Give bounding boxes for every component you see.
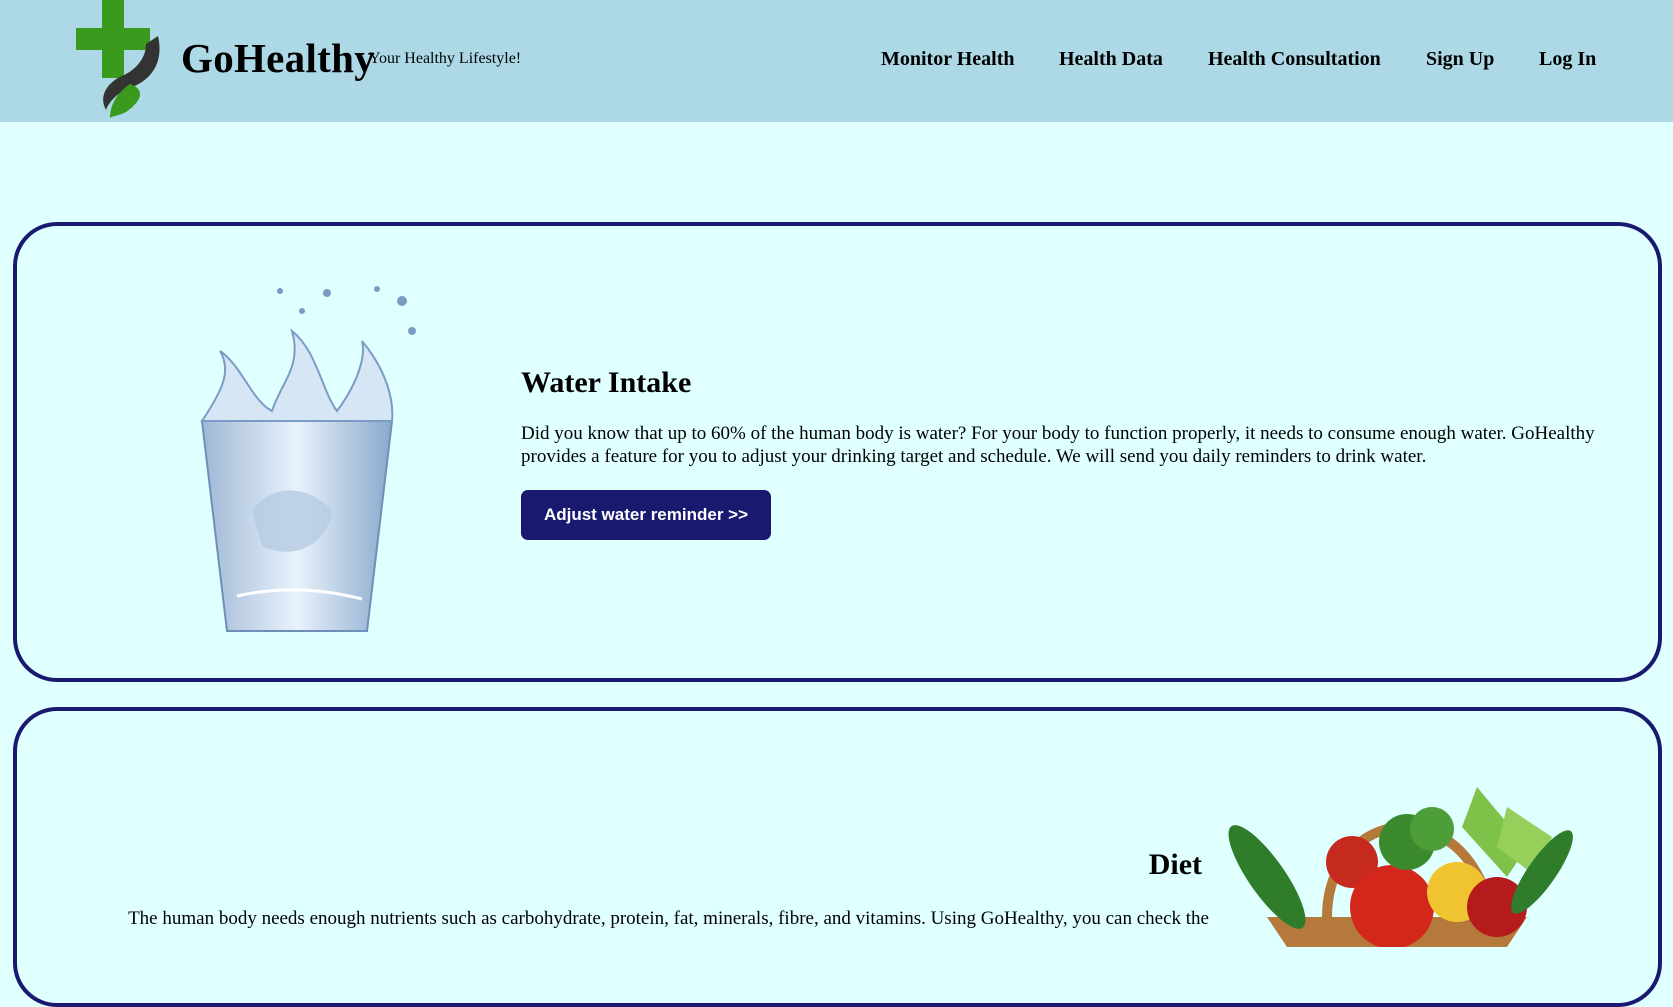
nav-log-in[interactable]: Log In	[1539, 48, 1596, 71]
site-header: GoHealthy Your Healthy Lifestyle! Monito…	[0, 0, 1673, 122]
nav-monitor-health[interactable]: Monitor Health	[881, 48, 1015, 71]
water-intake-title: Water Intake	[521, 366, 692, 399]
vegetable-basket-icon	[1228, 787, 1573, 947]
water-glass-splash-icon	[200, 286, 416, 632]
nav-health-data[interactable]: Health Data	[1059, 48, 1163, 71]
diet-description: The human body needs enough nutrients su…	[128, 908, 1209, 929]
nav-health-consultation[interactable]: Health Consultation	[1208, 48, 1381, 71]
adjust-water-reminder-button[interactable]: Adjust water reminder >>	[521, 490, 771, 540]
diet-card: Diet The human body needs enough nutrien…	[13, 707, 1662, 1007]
water-intake-description: Did you know that up to 60% of the human…	[521, 423, 1595, 467]
main-nav: Monitor Health Health Data Health Consul…	[0, 48, 1673, 72]
diet-title: Diet	[1148, 848, 1202, 881]
water-intake-card: Water Intake Did you know that up to 60%…	[13, 222, 1662, 682]
nav-sign-up[interactable]: Sign Up	[1426, 48, 1494, 71]
